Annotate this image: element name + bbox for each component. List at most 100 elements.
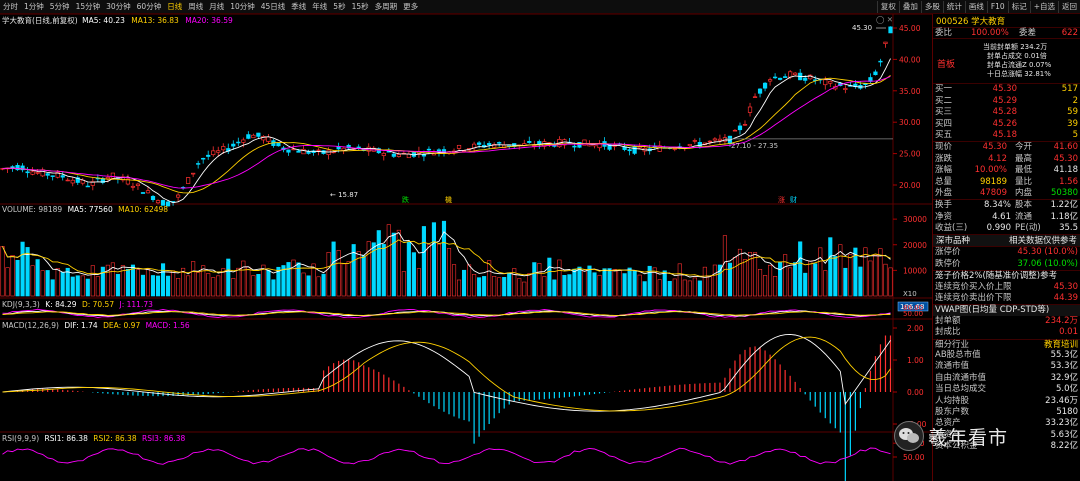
volume-bar [311, 263, 316, 297]
candle-body [823, 79, 828, 86]
period-tab[interactable]: 1分钟 [21, 0, 47, 13]
chart-canvas[interactable]: 45.00 40.00 35.00 30.00 25.00 20.00 27.10 - 27… [0, 13, 932, 481]
chart-area[interactable]: 45.00 40.00 35.00 30.00 25.00 20.00 27.10 - 27… [0, 13, 932, 481]
volume-bar [522, 281, 527, 297]
toolbar-button[interactable]: 标记 [1007, 1, 1030, 13]
volume-bar [617, 270, 622, 297]
period-tab[interactable]: 60分钟 [134, 0, 165, 13]
toolbar-button[interactable]: 统计 [942, 1, 965, 13]
cage-row: 连续竞价卖出价下限 44.39 [933, 293, 1080, 304]
bid-label: 买一 [935, 84, 953, 95]
period-tab[interactable]: 月线 [206, 0, 227, 13]
candle-body [35, 172, 40, 174]
volume-bar [763, 275, 768, 297]
period-tab[interactable]: 季线 [288, 0, 309, 13]
volume-bar [813, 263, 818, 297]
volume-bar [20, 241, 25, 297]
event-marker: 涨 [778, 195, 785, 204]
period-tab[interactable]: 更多 [400, 0, 421, 13]
candle-body [843, 88, 848, 90]
stat-row-value2: 45.30 [1053, 153, 1078, 164]
volume-bar [70, 276, 75, 297]
cage-row-label: 连续竞价买入价上限 [935, 281, 1012, 292]
toolbar-button[interactable]: 复权 [876, 1, 899, 13]
toolbar-button[interactable]: 多股 [920, 1, 943, 13]
period-tab[interactable]: 日线 [164, 0, 185, 13]
candle-body [175, 194, 181, 198]
candle-body [873, 71, 878, 76]
bid-price: 45.28 [992, 107, 1017, 118]
period-tab[interactable]: 5秒 [330, 0, 348, 13]
vwap-row[interactable]: VWAP图(日均量 CDP-STD等) [933, 304, 1080, 316]
candle-body [793, 72, 798, 76]
volume-bar [773, 276, 778, 297]
weibi-row: 委比 100.00% 委差 622 [933, 28, 1080, 40]
candle-body [532, 145, 537, 147]
toolbar-button[interactable]: F10 [986, 1, 1008, 13]
volume-bar [672, 278, 677, 297]
volume-bar [542, 276, 547, 297]
volume-bar [592, 272, 597, 297]
pane-controls[interactable]: ◯ ✕ [876, 15, 893, 24]
candle-body [316, 149, 321, 152]
volume-bar [642, 281, 647, 297]
volume-bar [145, 268, 151, 297]
toolbar-button[interactable]: +自选 [1029, 1, 1058, 13]
stat-row: 现价 45.30 今开 41.60 [933, 142, 1080, 153]
volume-bar [301, 272, 306, 297]
toolbar-button[interactable]: 返回 [1058, 1, 1080, 13]
volume-bar [15, 259, 20, 297]
volume-bar [246, 266, 251, 297]
bid-price: 45.26 [992, 118, 1017, 129]
toolbar-button[interactable]: 画线 [964, 1, 987, 13]
volume-bar [150, 275, 156, 297]
period-tab[interactable]: 15分钟 [73, 0, 104, 13]
volume-bar [456, 279, 462, 297]
cap-row-label: 人均持股 [935, 395, 970, 406]
period-tab[interactable]: 10分钟 [227, 0, 258, 13]
candle-body [191, 172, 196, 175]
candle-body [732, 129, 738, 132]
vol-ma10-label: MA10: 62498 [118, 205, 169, 214]
volume-pane-title: VOLUME: 98189 MA5: 77560 MA10: 62498 [2, 205, 168, 214]
volume-bar [757, 268, 763, 297]
ma20-label: MA20: 36.59 [185, 16, 233, 25]
candle-body [672, 148, 677, 150]
volume-bar [647, 265, 652, 297]
period-tab[interactable]: 年线 [309, 0, 330, 13]
volume-bar [752, 252, 758, 297]
volume-bar [492, 275, 497, 297]
candle-body [196, 163, 201, 165]
candle-body [251, 134, 256, 139]
candle-body [135, 183, 141, 187]
candle-body [828, 80, 833, 84]
toolbar-button[interactable]: 叠加 [898, 1, 921, 13]
volume-bar [431, 222, 437, 297]
candle-body [637, 146, 642, 149]
cage-list: 连续竞价买入价上限 45.30 连续竞价卖出价下限 44.39 [933, 282, 1080, 305]
candle-body [632, 145, 637, 154]
candle-body [25, 171, 30, 174]
volume-bar [411, 252, 416, 297]
cap-row-label: 流通市值 [935, 361, 970, 372]
stat2-row: 换手 8.34% 股本 1.22亿 [933, 200, 1080, 211]
candle-body [306, 151, 311, 154]
period-tab[interactable]: 分时 [0, 0, 21, 13]
stat-row-value: 47809 [979, 187, 1007, 198]
period-tab[interactable]: 15秒 [349, 0, 372, 13]
period-tab[interactable]: 30分钟 [103, 0, 134, 13]
volume-bar [727, 262, 733, 297]
bid-volume: 39 [1067, 118, 1078, 129]
vol-ma5-label: MA5: 77560 [67, 205, 113, 214]
cap-row-value: 5.0亿 [1055, 384, 1078, 395]
macd-pane-title: MACD(12,26,9) DIF: 1.74 DEA: 0.97 MACD: … [2, 321, 190, 330]
volume-bar [381, 244, 386, 297]
weibi-label: 委比 [935, 28, 953, 38]
stat2-row-label2: PE(动) [1015, 223, 1041, 234]
period-tab[interactable]: 5分钟 [47, 0, 73, 13]
candle-body [396, 154, 401, 157]
period-tab[interactable]: 周线 [185, 0, 206, 13]
period-tab[interactable]: 45日线 [258, 0, 289, 13]
period-tab[interactable]: 多周期 [372, 0, 401, 13]
volume-bar [421, 226, 426, 297]
